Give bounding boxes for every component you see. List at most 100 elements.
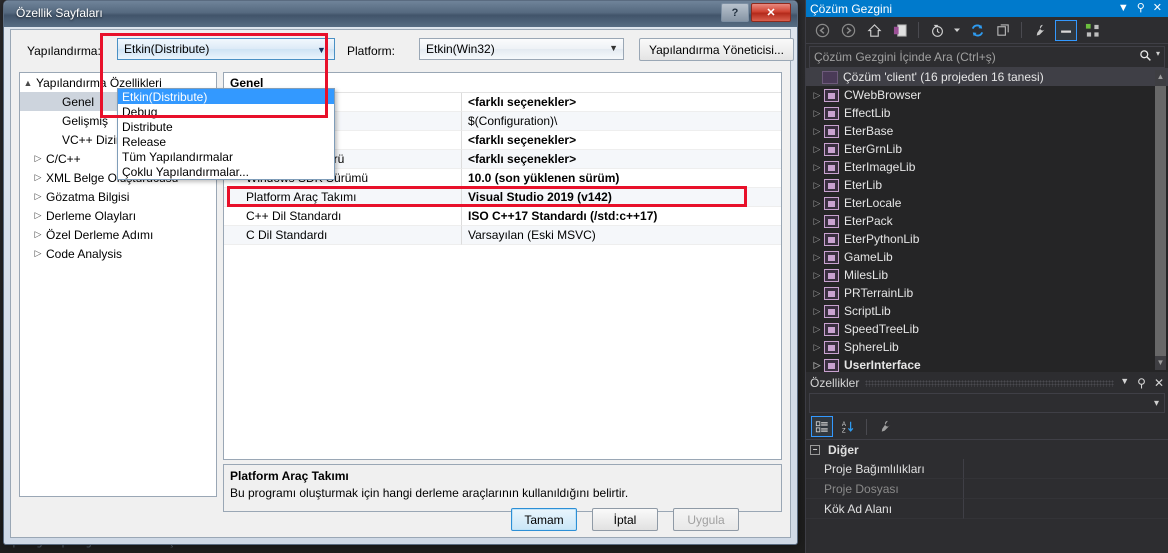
property-value[interactable]: Visual Studio 2019 (v142): [462, 188, 781, 207]
close-icon[interactable]: ✕: [1154, 376, 1164, 390]
cancel-button[interactable]: İptal: [592, 508, 658, 531]
properties-object-selector[interactable]: ▾: [809, 393, 1165, 413]
properties-row[interactable]: Proje Dosyası: [806, 479, 1168, 499]
tree-row[interactable]: ▷ EffectLib: [806, 104, 1168, 122]
property-pages-icon[interactable]: [874, 416, 896, 437]
ok-button[interactable]: Tamam: [511, 508, 577, 531]
tree-row[interactable]: ▷ Code Analysis: [20, 244, 216, 263]
collapse-all-icon[interactable]: [992, 20, 1014, 41]
expand-chevron-icon[interactable]: ▷: [810, 288, 824, 299]
property-grid-row[interactable]: C Dil Standardı Varsayılan (Eski MSVC): [224, 226, 781, 245]
expand-chevron-icon[interactable]: ▷: [810, 108, 824, 119]
expand-chevron-icon[interactable]: ▷: [30, 172, 46, 183]
pin-icon[interactable]: ⚲: [1137, 376, 1146, 390]
chevron-down-icon[interactable]: ▾: [1154, 398, 1159, 409]
expand-chevron-icon[interactable]: ▷: [30, 248, 46, 259]
tree-row[interactable]: ▷ EterImageLib: [806, 158, 1168, 176]
expand-chevron-icon[interactable]: ▷: [810, 126, 824, 137]
property-value[interactable]: <farklı seçenekler>: [462, 150, 781, 169]
properties-row-value[interactable]: [964, 479, 1168, 499]
expand-chevron-icon[interactable]: ▷: [30, 210, 46, 221]
property-grid-row[interactable]: C++ Dil Standardı ISO C++17 Standardı (/s…: [224, 207, 781, 226]
expand-chevron-icon[interactable]: ▷: [30, 229, 46, 240]
home-icon[interactable]: [863, 20, 885, 41]
expand-chevron-icon[interactable]: ▷: [810, 216, 824, 227]
tree-row[interactable]: ▷ EterPack: [806, 212, 1168, 230]
back-icon[interactable]: [811, 20, 833, 41]
properties-row-value[interactable]: [964, 459, 1168, 479]
expand-chevron-icon[interactable]: ▷: [810, 252, 824, 263]
solution-explorer-search-input[interactable]: Çözüm Gezgini İçinde Ara (Ctrl+ş) ▾: [809, 46, 1165, 68]
expand-chevron-icon[interactable]: ▷: [810, 162, 824, 173]
tree-row[interactable]: ▷ MilesLib: [806, 266, 1168, 284]
tree-row[interactable]: ▷ CWebBrowser: [806, 86, 1168, 104]
refresh-icon[interactable]: [966, 20, 988, 41]
dropdown-option[interactable]: Distribute: [118, 119, 334, 134]
expand-chevron-icon[interactable]: ▷: [810, 342, 824, 353]
properties-row-value[interactable]: [964, 499, 1168, 519]
search-icon[interactable]: [1139, 49, 1152, 65]
properties-group-header[interactable]: − Diğer: [806, 440, 1168, 459]
preview-selected-items-icon[interactable]: [1055, 19, 1077, 41]
dropdown-option[interactable]: Çoklu Yapılandırmalar...: [118, 164, 334, 179]
chevron-down-icon[interactable]: ▼: [313, 42, 330, 58]
expand-chevron-icon[interactable]: ▷: [810, 324, 824, 335]
chevron-down-icon[interactable]: ▼: [1120, 376, 1129, 390]
tree-row[interactable]: ▷ Gözatma Bilgisi: [20, 187, 216, 206]
chevron-down-icon[interactable]: ▼: [1118, 3, 1129, 14]
property-value[interactable]: Varsayılan (Eski MSVC): [462, 226, 781, 245]
tree-row[interactable]: ▷ Özel Derleme Adımı: [20, 225, 216, 244]
close-icon[interactable]: ✕: [1153, 3, 1162, 14]
platform-dropdown[interactable]: Etkin(Win32) ▼: [419, 38, 624, 60]
configuration-dropdown[interactable]: Etkin(Distribute) ▼: [117, 38, 335, 60]
tree-row[interactable]: ▷ EterBase: [806, 122, 1168, 140]
expand-chevron-icon[interactable]: ▷: [810, 180, 824, 191]
forward-icon[interactable]: [837, 20, 859, 41]
scrollbar-thumb[interactable]: [1155, 86, 1166, 356]
tree-row[interactable]: ▷ Derleme Olayları: [20, 206, 216, 225]
solution-root-node[interactable]: Çözüm 'client' (16 projeden 16 tanesi): [806, 68, 1168, 86]
close-button[interactable]: ✕: [751, 3, 791, 22]
property-value[interactable]: $(Configuration)\: [462, 112, 781, 131]
configuration-manager-button[interactable]: Yapılandırma Yöneticisi...: [639, 38, 794, 61]
scroll-up-icon[interactable]: ▲: [1155, 70, 1166, 84]
show-all-files-icon[interactable]: [1081, 20, 1103, 41]
expand-chevron-icon[interactable]: ▷: [30, 191, 46, 202]
expand-chevron-icon[interactable]: ▷: [810, 270, 824, 281]
tree-row[interactable]: ▷ GameLib: [806, 248, 1168, 266]
tree-row[interactable]: ▷ SphereLib: [806, 338, 1168, 356]
scroll-down-icon[interactable]: ▼: [1155, 356, 1166, 370]
solution-tree[interactable]: Çözüm 'client' (16 projeden 16 tanesi) ▷…: [806, 68, 1168, 372]
dropdown-option[interactable]: Release: [118, 134, 334, 149]
property-value[interactable]: ISO C++17 Standardı (/std:c++17): [462, 207, 781, 226]
expand-chevron-icon[interactable]: ▷: [810, 360, 824, 371]
help-button[interactable]: ?: [721, 3, 749, 22]
property-grid-row[interactable]: Platform Araç Takımı Visual Studio 2019 (…: [224, 188, 781, 207]
expand-chevron-icon[interactable]: ▷: [810, 306, 824, 317]
chevron-down-icon[interactable]: [952, 20, 962, 41]
dialog-titlebar[interactable]: Özellik Sayfaları ? ✕: [4, 1, 797, 27]
expand-chevron-icon[interactable]: ▷: [30, 153, 46, 164]
properties-icon[interactable]: [1029, 20, 1051, 41]
tree-row[interactable]: ▷ EterPythonLib: [806, 230, 1168, 248]
solution-tree-scrollbar[interactable]: ▲ ▼: [1155, 70, 1166, 370]
dropdown-option[interactable]: Etkin(Distribute): [118, 89, 334, 104]
property-value[interactable]: 10.0 (son yüklenen sürüm): [462, 169, 781, 188]
expand-chevron-icon[interactable]: ▷: [810, 90, 824, 101]
tree-row[interactable]: ▷ EterLocale: [806, 194, 1168, 212]
chevron-down-icon[interactable]: ▾: [1156, 49, 1160, 65]
collapse-group-icon[interactable]: −: [810, 444, 820, 455]
configuration-dropdown-list[interactable]: Etkin(Distribute) Debug Distribute Release T…: [117, 88, 335, 180]
categorized-icon[interactable]: [811, 416, 833, 437]
tree-row[interactable]: ▷ SpeedTreeLib: [806, 320, 1168, 338]
expand-chevron-icon[interactable]: ▷: [810, 234, 824, 245]
tree-row[interactable]: ▷ PRTerrainLib: [806, 284, 1168, 302]
dropdown-option[interactable]: Tüm Yapılandırmalar: [118, 149, 334, 164]
chevron-down-icon[interactable]: ▼: [609, 43, 618, 53]
expand-chevron-icon[interactable]: ▷: [810, 144, 824, 155]
tree-row[interactable]: ▷ EterGrnLib: [806, 140, 1168, 158]
solution-explorer-view-icon[interactable]: [889, 20, 911, 41]
dropdown-option[interactable]: Debug: [118, 104, 334, 119]
pin-icon[interactable]: ⚲: [1137, 3, 1145, 14]
pending-changes-icon[interactable]: [926, 20, 948, 41]
